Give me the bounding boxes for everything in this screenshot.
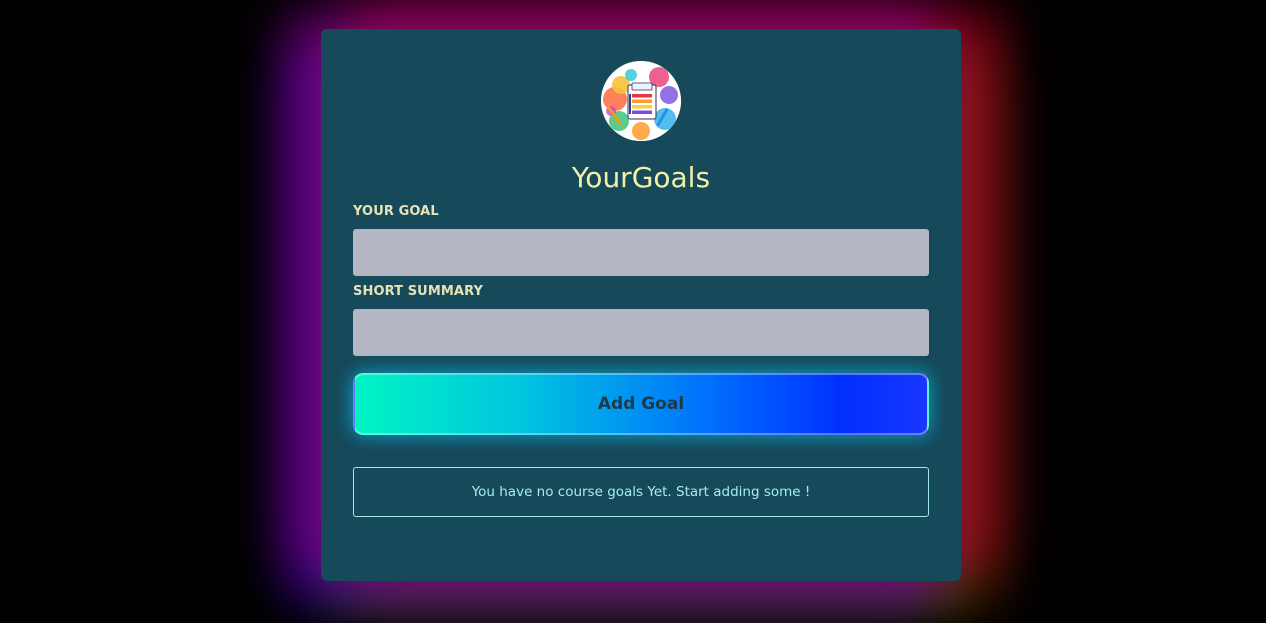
- empty-goals-message: You have no course goals Yet. Start addi…: [471, 484, 811, 500]
- summary-input[interactable]: [353, 309, 929, 356]
- app-logo: [601, 61, 681, 141]
- goals-notebook-logo-icon: [601, 61, 681, 141]
- summary-label: SHORT SUMMARY: [353, 284, 483, 299]
- goal-form-card: YourGoals YOUR GOAL SHORT SUMMARY Add Go…: [321, 29, 961, 581]
- goal-input[interactable]: [353, 229, 929, 276]
- empty-goals-message-box: You have no course goals Yet. Start addi…: [353, 467, 929, 517]
- goal-label: YOUR GOAL: [353, 204, 439, 219]
- add-goal-button[interactable]: Add Goal: [353, 373, 929, 435]
- page: YourGoals YOUR GOAL SHORT SUMMARY Add Go…: [0, 0, 1266, 623]
- app-title: YourGoals: [571, 161, 711, 194]
